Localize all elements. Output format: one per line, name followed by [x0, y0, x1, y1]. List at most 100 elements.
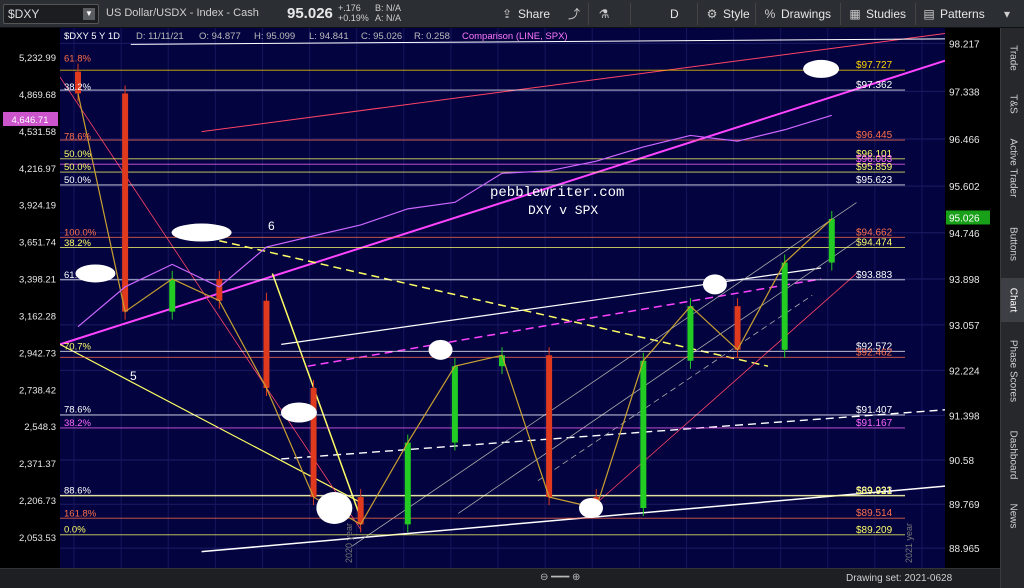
export-button[interactable]: ⤴: [567, 3, 585, 25]
level-label: $96.003: [856, 154, 893, 165]
studies-label: Studies: [866, 7, 907, 21]
candle-body: [169, 278, 176, 312]
left-axis-tick-label: 5,232.99: [19, 53, 56, 64]
highlight-oval: [171, 223, 232, 242]
fib-label: 88.6%: [64, 485, 91, 496]
chart-header-low: L: 94.841: [309, 31, 349, 42]
style-button[interactable]: ⚙ Style: [705, 3, 750, 25]
tab-trade[interactable]: Trade: [1001, 38, 1024, 78]
highlight-oval: [428, 339, 453, 360]
level-label: $95.623: [856, 175, 893, 186]
tab-dashboard[interactable]: Dashboard: [1001, 420, 1024, 490]
flask-button[interactable]: ⚗: [597, 3, 615, 25]
studies-icon: ▦: [849, 7, 861, 21]
candle-body: [451, 366, 458, 443]
chart-header-range: R: 0.258: [414, 31, 450, 42]
fib-label: 38.2%: [64, 238, 91, 249]
left-axis-tick-label: 2,053.53: [19, 533, 56, 544]
ask-value: A: N/A: [375, 13, 402, 23]
left-axis-tick-label: 4,531.58: [19, 127, 56, 138]
patterns-label: Patterns: [940, 7, 985, 21]
year-marker-label: 2021 year: [904, 523, 914, 563]
toolbar-divider: [755, 3, 756, 25]
fib-label: 78.6%: [64, 131, 91, 142]
interval-button[interactable]: D: [670, 3, 679, 25]
left-axis-tick-label: 2,371.37: [19, 459, 56, 470]
left-axis-tick-label: 3,162.28: [19, 311, 56, 322]
toolbar-divider: [697, 3, 698, 25]
interval-label: D: [670, 7, 679, 21]
flask-icon: ⚗: [598, 7, 610, 21]
right-axis-tick-label: 95.602: [949, 182, 980, 193]
fib-label: 78.6%: [64, 405, 91, 416]
chevron-down-icon[interactable]: ▼: [83, 8, 95, 20]
studies-button[interactable]: ▦ Studies: [848, 3, 906, 25]
highlight-oval: [280, 402, 317, 423]
fib-label: 61.8%: [64, 53, 91, 64]
percent-icon: %: [764, 7, 776, 21]
level-label: $91.167: [856, 418, 893, 429]
toolbar-divider: [915, 3, 916, 25]
chart-header-date: D: 11/11/21: [136, 31, 184, 42]
level-label: $93.883: [856, 270, 893, 281]
fib-label: 38.2%: [64, 82, 91, 93]
fib-label: 50.0%: [64, 149, 91, 160]
level-label: $96.445: [856, 130, 893, 141]
tab-buttons[interactable]: Buttons: [1001, 216, 1024, 272]
price-chart[interactable]: $97.727$97.362$96.445$96.101$95.859$95.6…: [0, 28, 1000, 588]
level-label: $89.514: [856, 508, 893, 519]
candle-body: [404, 442, 411, 525]
change-percent: +0.19%: [338, 13, 369, 23]
highlight-oval: [702, 274, 727, 295]
price-change: +.176 +0.19%: [338, 3, 369, 23]
instrument-title: US Dollar/USDX - Index - Cash: [106, 7, 259, 19]
highlight-oval: [803, 59, 840, 78]
symbol-selector[interactable]: $DXY ▼: [3, 4, 99, 24]
chart-header-main: $DXY 5 Y 1D: [64, 31, 120, 42]
left-axis-tick-label: 3,924.19: [19, 201, 56, 212]
candle-body: [734, 306, 741, 350]
right-sidebar: Trade T&S Active Trader Buttons Chart Ph…: [1000, 28, 1024, 588]
last-price-tag-label: 95.026: [949, 213, 980, 224]
right-axis-tick-label: 90.58: [949, 456, 974, 467]
right-axis-tick-label: 93.898: [949, 275, 980, 286]
left-axis-tick-label: 2,942.73: [19, 348, 56, 359]
share-button[interactable]: ⇪ Share: [500, 3, 550, 25]
chart-header-comparison: Comparison (LINE, SPX): [462, 31, 568, 42]
fib-label: 38.2%: [64, 418, 91, 429]
patterns-icon: ▤: [923, 7, 935, 21]
wave-label: 5: [130, 369, 137, 383]
candle-body: [546, 355, 553, 498]
tab-time-and-sales[interactable]: T&S: [1001, 84, 1024, 124]
patterns-button[interactable]: ▤ Patterns: [922, 3, 985, 25]
drawing-set-label[interactable]: Drawing set: 2021-0628: [846, 573, 952, 584]
fib-label: 50.0%: [64, 175, 91, 186]
level-label: $92.462: [856, 347, 893, 358]
tab-active-trader[interactable]: Active Trader: [1001, 128, 1024, 208]
left-axis-tick-label: 3,398.21: [19, 275, 56, 286]
candle-body: [828, 218, 835, 263]
toolbar-divider: [630, 3, 631, 25]
level-label: $94.474: [856, 238, 893, 249]
fib-label: 100.0%: [64, 227, 97, 238]
gear-icon: ⚙: [706, 7, 718, 21]
right-axis-tick-label: 97.338: [949, 87, 980, 98]
candle-body: [122, 93, 129, 312]
drawings-button[interactable]: % Drawings: [763, 3, 831, 25]
tab-news[interactable]: News: [1001, 496, 1024, 536]
candle-body: [216, 278, 223, 301]
toolbar-divider: [840, 3, 841, 25]
right-axis-tick-label: 88.965: [949, 544, 980, 555]
tab-phase-scores[interactable]: Phase Scores: [1001, 328, 1024, 414]
bottom-bar: ⊖ ━━━ ⊕ Drawing set: 2021-0628: [0, 568, 1000, 588]
candle-body: [263, 300, 270, 388]
chart-watermark: pebblewriter.com: [490, 185, 624, 201]
drawings-label: Drawings: [781, 7, 832, 21]
more-button[interactable]: ▾: [1000, 3, 1018, 25]
zoom-slider[interactable]: ⊖ ━━━ ⊕: [540, 572, 580, 583]
fib-label: 61.8%: [64, 270, 91, 281]
fib-label: 50.0%: [64, 162, 91, 173]
tab-chart[interactable]: Chart: [1001, 278, 1024, 322]
left-axis-tick-label: 2,738.42: [19, 385, 56, 396]
level-label: $89.921: [856, 486, 893, 497]
